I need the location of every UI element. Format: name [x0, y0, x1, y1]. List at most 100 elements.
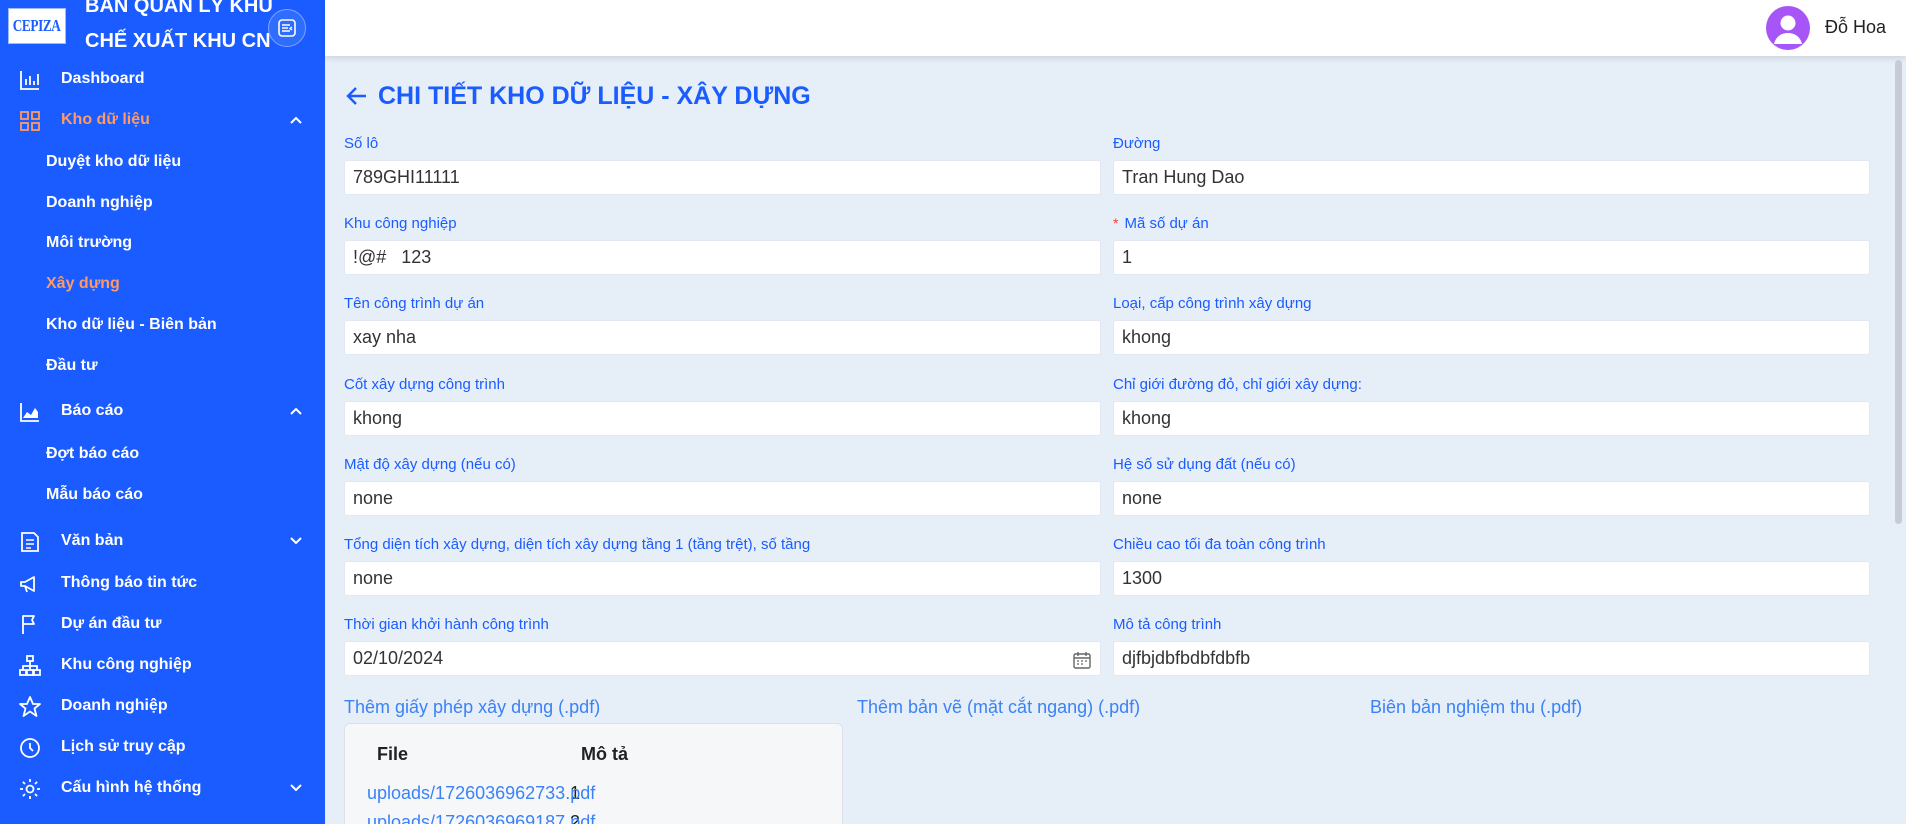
so-lo-label: Số lô — [344, 135, 379, 152]
mo-ta-label: Mô tả công trình — [1113, 616, 1222, 633]
ma-so-du-an-label: * Mã số dự án — [1113, 215, 1209, 232]
grid-icon — [20, 111, 40, 131]
duong-field[interactable]: Tran Hung Dao — [1113, 160, 1870, 195]
sidebar: CEPIZA BAN QUẢN LÝ KHU CHẾ XUẤT KHU CN D… — [0, 0, 325, 824]
chi-gioi-field[interactable]: khong — [1113, 401, 1870, 436]
topbar: Đỗ Hoa — [325, 0, 1906, 56]
flag-icon — [22, 615, 35, 634]
sidebar-item-lich-su[interactable]: Lịch sử truy cập — [0, 727, 325, 767]
sidebar-item-label: Thông báo tin tức — [61, 574, 198, 591]
table-header-desc: Mô tả — [581, 744, 628, 764]
chevron-up-icon — [290, 407, 302, 415]
sidebar-subitem-label: Môi trường — [46, 234, 133, 251]
user-avatar[interactable] — [1766, 6, 1810, 50]
chevron-down-icon — [290, 537, 302, 545]
mo-ta-field[interactable]: djfbjdbfbdbfdbfb — [1113, 641, 1870, 676]
cot-xay-dung-label: Cốt xây dựng công trình — [344, 376, 505, 393]
area-chart-icon — [20, 403, 39, 422]
document-icon — [21, 532, 39, 552]
he-so-label: Hệ số sử dụng đất (nếu có) — [1113, 456, 1296, 473]
clock-icon — [20, 738, 40, 758]
sidebar-item-kho-du-lieu[interactable]: Kho dữ liệu — [0, 100, 325, 140]
upload-bien-ban-link[interactable]: Biên bản nghiệm thu (.pdf) — [1370, 697, 1582, 718]
sidebar-item-doanh-nghiep[interactable]: Doanh nghiệp — [0, 686, 325, 726]
sidebar-subitem-mau-bao-cao[interactable]: Mẫu báo cáo — [0, 477, 325, 513]
page-header: CHI TIẾT KHO DỮ LIỆU - XÂY DỰNG — [344, 78, 811, 114]
sidebar-subitem-xay-dung[interactable]: Xây dựng — [0, 266, 325, 302]
sidebar-item-du-an-dau-tu[interactable]: Dự án đầu tư — [0, 604, 325, 644]
upload-giay-phep-link[interactable]: Thêm giấy phép xây dựng (.pdf) — [344, 697, 600, 718]
table-row-file-link[interactable]: uploads/1726036962733.pdf — [367, 783, 595, 804]
cepiza-logo: CEPIZA — [8, 8, 66, 44]
calendar-icon[interactable] — [1072, 650, 1092, 670]
ma-so-du-an-field[interactable]: 1 — [1113, 240, 1870, 275]
star-icon — [19, 696, 41, 717]
table-header-file: File — [377, 744, 409, 764]
sidebar-item-label: Báo cáo — [61, 402, 124, 419]
sidebar-item-khu-cong-nghiep[interactable]: Khu công nghiệp — [0, 645, 325, 685]
he-so-field[interactable]: none — [1113, 481, 1870, 516]
sidebar-subitem-bien-ban[interactable]: Kho dữ liệu - Biên bản — [0, 307, 325, 343]
mat-do-field[interactable]: none — [344, 481, 1101, 516]
brand-title-line2: CHẾ XUẤT KHU CN — [85, 30, 271, 52]
table-row-file-link[interactable]: uploads/1726036969187.pdf — [367, 812, 595, 824]
upload-ban-ve-link[interactable]: Thêm bản vẽ (mặt cắt ngang) (.pdf) — [857, 697, 1140, 718]
menu-collapse-icon — [278, 19, 296, 37]
sidebar-subitem-label: Đợt báo cáo — [46, 445, 140, 462]
sidebar-item-label: Dự án đầu tư — [61, 615, 162, 632]
sidebar-subitem-dot-bao-cao[interactable]: Đợt báo cáo — [0, 436, 325, 472]
ten-cong-trinh-label: Tên công trình dự án — [344, 295, 485, 312]
duong-label: Đường — [1113, 135, 1161, 152]
sidebar-collapse-button[interactable] — [268, 9, 306, 47]
sidebar-item-van-ban[interactable]: Văn bản — [0, 521, 325, 561]
cot-xay-dung-field[interactable]: khong — [344, 401, 1101, 436]
sidebar-item-label: Dashboard — [61, 70, 145, 87]
arrow-left-icon[interactable] — [344, 83, 370, 109]
brand-header: CEPIZA BAN QUẢN LÝ KHU CHẾ XUẤT KHU CN — [0, 0, 325, 58]
chi-gioi-label: Chỉ giới đường đỏ, chỉ giới xây dựng: — [1113, 376, 1362, 393]
sidebar-item-label: Văn bản — [61, 532, 124, 549]
required-mark: * — [1113, 215, 1119, 231]
ma-so-du-an-label-text: Mã số dự án — [1124, 215, 1209, 232]
sidebar-subitem-label: Đầu tư — [46, 357, 98, 374]
sidebar-subitem-label: Kho dữ liệu - Biên bản — [46, 316, 217, 333]
sidebar-item-thong-bao[interactable]: Thông báo tin tức — [0, 563, 325, 603]
user-icon — [1774, 15, 1802, 44]
khu-cong-nghiep-label: Khu công nghiệp — [344, 215, 457, 232]
megaphone-icon — [20, 576, 35, 593]
page-title: CHI TIẾT KHO DỮ LIỆU - XÂY DỰNG — [378, 81, 811, 110]
gear-icon — [20, 779, 40, 799]
chieu-cao-field[interactable]: 1300 — [1113, 561, 1870, 596]
sidebar-item-label: Kho dữ liệu — [61, 111, 150, 128]
chevron-up-icon — [290, 116, 302, 124]
sidebar-subitem-doanh-nghiep[interactable]: Doanh nghiệp — [0, 185, 325, 221]
sidebar-item-bao-cao[interactable]: Báo cáo — [0, 391, 325, 431]
loai-cap-field[interactable]: khong — [1113, 320, 1870, 355]
sidebar-subitem-duyet-kho[interactable]: Duyệt kho dữ liệu — [0, 144, 325, 180]
ten-cong-trinh-field[interactable]: xay nha — [344, 320, 1101, 355]
tong-dien-tich-field[interactable]: none — [344, 561, 1101, 596]
brand-title-line1: BAN QUẢN LÝ KHU — [85, 0, 273, 17]
user-name[interactable]: Đỗ Hoa — [1825, 17, 1886, 38]
sidebar-item-dashboard[interactable]: Dashboard — [0, 59, 325, 99]
so-lo-field[interactable]: 789GHI11111 — [344, 160, 1101, 195]
tong-dien-tich-label: Tổng diện tích xây dựng, diện tích xây d… — [344, 536, 811, 553]
sidebar-item-cau-hinh[interactable]: Cấu hình hệ thống — [0, 768, 325, 808]
chevron-down-icon — [290, 784, 302, 792]
sidebar-item-label: Khu công nghiệp — [61, 656, 192, 673]
mat-do-label: Mật độ xây dựng (nếu có) — [344, 456, 516, 473]
thoi-gian-value: 02/10/2024 — [353, 648, 444, 668]
chieu-cao-label: Chiều cao tối đa toàn công trình — [1113, 536, 1326, 553]
sidebar-subitem-label: Xây dựng — [46, 275, 120, 292]
loai-cap-label: Loại, cấp công trình xây dựng — [1113, 295, 1312, 312]
sidebar-subitem-dau-tu[interactable]: Đầu tư — [0, 348, 325, 384]
vertical-scrollbar[interactable] — [1895, 60, 1902, 524]
khu-cong-nghiep-field[interactable]: !@# 123 — [344, 240, 1101, 275]
sidebar-subitem-label: Mẫu báo cáo — [46, 486, 143, 503]
thoi-gian-label: Thời gian khởi hành công trình — [344, 616, 549, 633]
file-table: File Mô tả 1 uploads/1726036962733.pdf 2… — [344, 723, 843, 824]
thoi-gian-date-picker[interactable]: 02/10/2024 — [344, 641, 1101, 676]
sidebar-subitem-label: Duyệt kho dữ liệu — [46, 153, 182, 170]
sidebar-subitem-moi-truong[interactable]: Môi trường — [0, 225, 325, 261]
sidebar-item-label: Lịch sử truy cập — [61, 738, 186, 755]
